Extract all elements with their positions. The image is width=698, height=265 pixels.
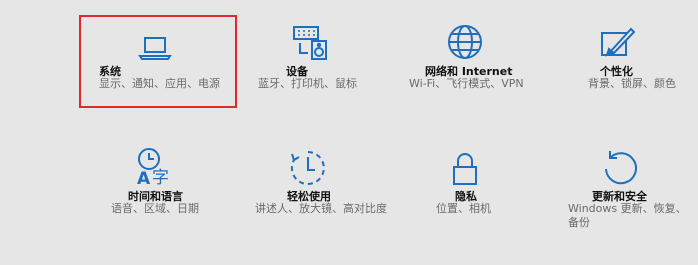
laptop-icon xyxy=(135,28,175,68)
tile-description: 蓝牙、打印机、鼠标 xyxy=(258,77,357,90)
tile-description: 语音、区域、日期 xyxy=(111,202,199,215)
paint-brush-icon xyxy=(597,23,637,63)
tile-description: 显示、通知、应用、电源 xyxy=(99,77,220,90)
keyboard-speaker-icon xyxy=(290,23,330,63)
tile-description: Wi-Fi、飞行模式、VPN xyxy=(409,77,524,90)
update-icon xyxy=(600,148,640,188)
tile-description: 背景、锁屏、颜色 xyxy=(588,77,676,90)
lock-icon xyxy=(445,150,485,190)
ease-of-access-icon xyxy=(288,148,328,188)
svg-text:A: A xyxy=(137,169,151,186)
tile-description: Windows 更新、恢复、备份 xyxy=(568,202,687,229)
clock-language-icon: A 字 xyxy=(135,146,175,186)
svg-text:字: 字 xyxy=(152,168,169,186)
tile-description: 讲述人、放大镜、高对比度 xyxy=(255,202,387,215)
globe-icon xyxy=(445,22,485,62)
tile-description: 位置、相机 xyxy=(436,202,491,215)
